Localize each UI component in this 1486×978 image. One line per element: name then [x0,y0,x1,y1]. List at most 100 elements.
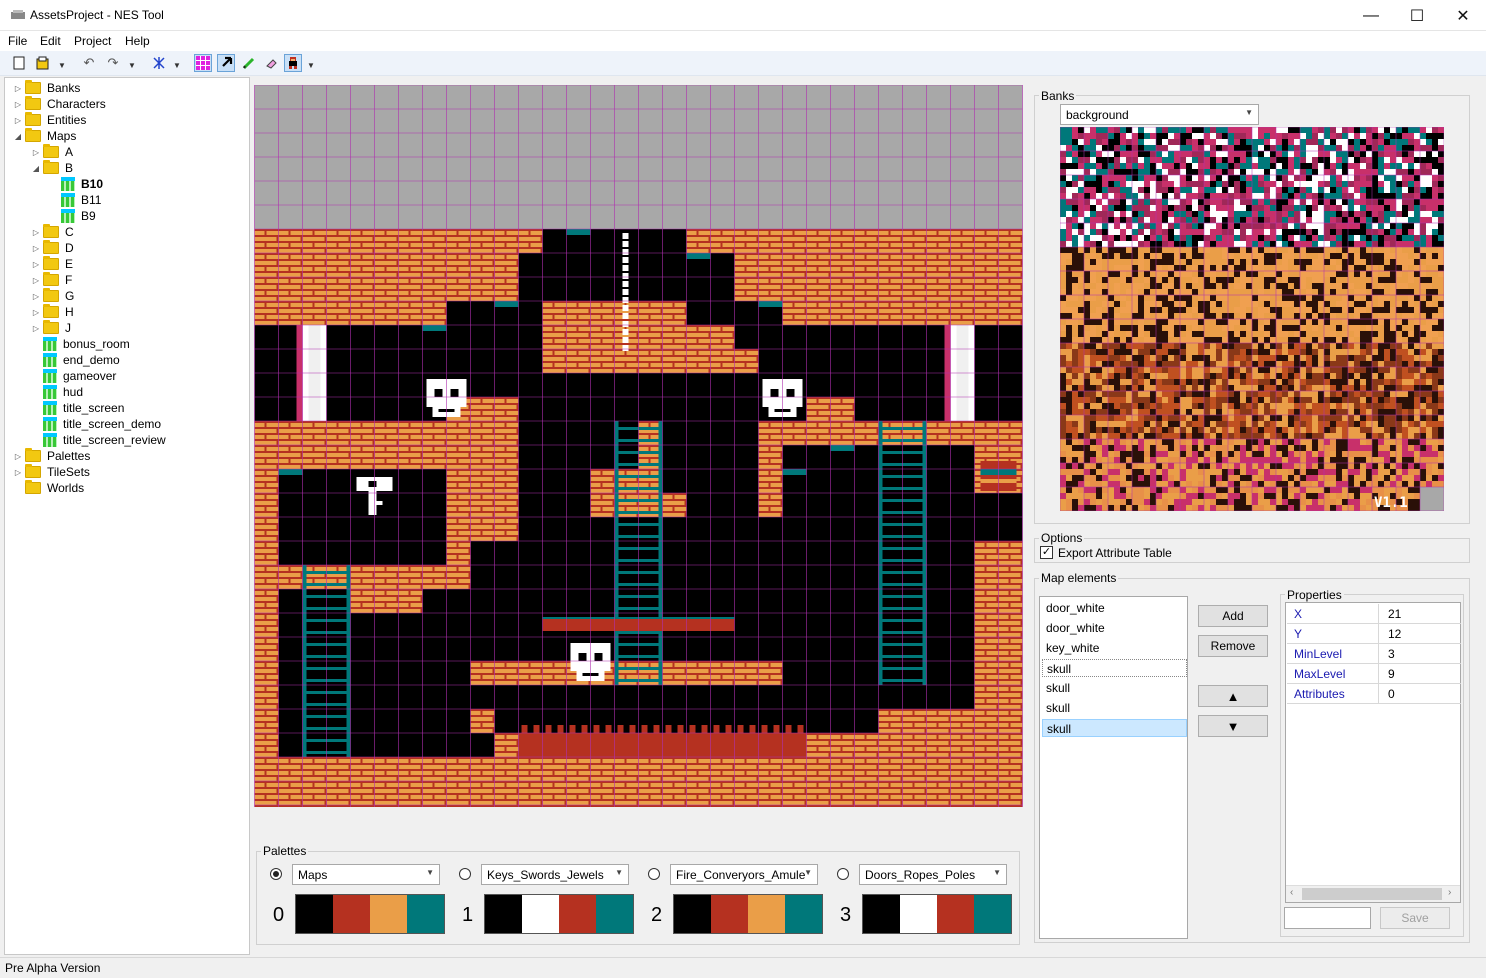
tree-node-maps[interactable]: ◢ Maps [13,128,76,144]
property-row[interactable]: MaxLevel 9 [1287,664,1461,684]
palette-select-1[interactable]: Keys_Swords_Jewels ▼ [481,864,629,885]
chevron-left-icon[interactable]: ‹ [1290,887,1293,898]
select-arrow-icon[interactable] [217,54,235,72]
expand-arrow-icon[interactable]: ▷ [31,276,41,285]
tree-node-title-screen[interactable]: title_screen [31,400,124,416]
palette-color-swatch[interactable] [333,895,370,933]
minimize-button[interactable]: — [1348,0,1394,31]
expand-arrow-icon[interactable]: ▷ [31,260,41,269]
property-value[interactable]: 0 [1380,684,1460,703]
chevron-down-icon[interactable]: ▼ [128,61,136,70]
tree-node-worlds[interactable]: Worlds [13,480,84,496]
tree-node-palettes[interactable]: ▷ Palettes [13,448,90,464]
map-elements-list[interactable]: door_white door_white key_whiteskull skull s… [1039,596,1188,939]
tree-node-tilesets[interactable]: ▷ TileSets [13,464,90,480]
expand-arrow-icon[interactable]: ▷ [31,244,41,253]
tree-node-g[interactable]: ▷ G [31,288,74,304]
palette-radio-1[interactable] [459,868,471,880]
list-item[interactable]: skull [1042,679,1187,697]
eraser-icon[interactable] [262,54,280,72]
map-canvas[interactable] [254,85,1023,807]
tileset-preview[interactable]: V1.1 [1060,127,1444,511]
tree-node-b11[interactable]: B11 [49,192,101,208]
undo-icon[interactable]: ↶ [80,54,98,72]
property-row[interactable]: MinLevel 3 [1287,644,1461,664]
save-button[interactable]: Save [1380,907,1450,929]
menu-edit[interactable]: Edit [40,34,61,48]
property-value[interactable]: 9 [1380,664,1460,683]
property-value[interactable]: 21 [1380,604,1460,623]
expand-arrow-icon[interactable]: ▷ [13,116,23,125]
remove-button[interactable]: Remove [1198,635,1268,657]
pencil-icon[interactable] [240,54,258,72]
property-row[interactable]: X 21 [1287,604,1461,624]
redo-icon[interactable]: ↷ [104,54,122,72]
scrollbar-thumb[interactable] [1302,888,1442,900]
palette-color-swatch[interactable] [937,895,974,933]
expand-arrow-icon[interactable]: ▷ [13,100,23,109]
tree-node-end-demo[interactable]: end_demo [31,352,120,368]
palette-select-0[interactable]: Maps ▼ [292,864,440,885]
properties-grid[interactable]: X 21 Y 12 MinLevel 3 MaxLevel 9 Attributes 0 ‹ › [1285,602,1461,903]
tree-node-f[interactable]: ▷ F [31,272,72,288]
palette-radio-0[interactable] [270,868,282,880]
collapse-arrow-icon[interactable]: ◢ [13,132,23,141]
tree-node-banks[interactable]: ▷ Banks [13,80,80,96]
tree-node-entities[interactable]: ▷ Entities [13,112,86,128]
horizontal-scrollbar[interactable]: ‹ › [1286,885,1460,902]
tree-node-characters[interactable]: ▷ Characters [13,96,106,112]
palette-color-swatch[interactable] [296,895,333,933]
list-item[interactable]: door_white [1042,619,1187,637]
list-item[interactable]: skull [1042,699,1187,717]
expand-arrow-icon[interactable]: ▷ [13,452,23,461]
palette-color-swatch[interactable] [596,895,633,933]
menu-file[interactable]: File [8,34,27,48]
move-up-button[interactable]: ▲ [1198,685,1268,707]
tree-node-title-screen-review[interactable]: title_screen_review [31,432,166,448]
chevron-down-icon[interactable]: ▼ [58,61,66,70]
tree-node-hud[interactable]: hud [31,384,83,400]
chevron-down-icon[interactable]: ▼ [173,61,181,70]
collapse-arrow-icon[interactable]: ◢ [31,164,41,173]
tree-node-j[interactable]: ▷ J [31,320,71,336]
list-item[interactable]: skull [1042,659,1187,677]
palette-color-swatch[interactable] [900,895,937,933]
palette-color-swatch[interactable] [370,895,407,933]
expand-arrow-icon[interactable]: ▷ [13,84,23,93]
palette-radio-3[interactable] [837,868,849,880]
palette-color-swatch[interactable] [559,895,596,933]
maximize-button[interactable]: ☐ [1394,0,1440,31]
close-button[interactable]: ✕ [1440,0,1486,31]
palette-select-3[interactable]: Doors_Ropes_Poles ▼ [859,864,1007,885]
tree-node-b10[interactable]: B10 [49,176,103,192]
list-item[interactable]: skull [1042,719,1187,737]
bank-select[interactable]: background ▼ [1060,104,1259,125]
expand-arrow-icon[interactable]: ▷ [31,308,41,317]
property-value-input[interactable] [1284,907,1371,929]
tree-node-bonus-room[interactable]: bonus_room [31,336,130,352]
list-item[interactable]: door_white [1042,599,1187,617]
tree-node-e[interactable]: ▷ E [31,256,73,272]
grid-toggle-icon[interactable] [150,54,168,72]
expand-arrow-icon[interactable]: ▷ [31,292,41,301]
property-value[interactable]: 12 [1380,624,1460,643]
palette-color-swatch[interactable] [974,895,1011,933]
palette-select-2[interactable]: Fire_Converyors_Amule ▼ [670,864,818,885]
property-row[interactable]: Y 12 [1287,624,1461,644]
tree-node-a[interactable]: ▷ A [31,144,73,160]
palette-color-swatch[interactable] [407,895,444,933]
menu-project[interactable]: Project [74,34,111,48]
palette-color-swatch[interactable] [711,895,748,933]
new-file-icon[interactable] [10,54,28,72]
palette-color-swatch[interactable] [485,895,522,933]
tree-node-h[interactable]: ▷ H [31,304,74,320]
move-down-button[interactable]: ▼ [1198,715,1268,737]
chevron-down-icon[interactable]: ▼ [307,61,315,70]
project-tree[interactable]: ▷ Banks ▷ Characters ▷ Entities ◢ Maps ▷ A ◢ B B10 B1… [4,77,250,955]
tree-node-b[interactable]: ◢ B [31,160,73,176]
menu-help[interactable]: Help [125,34,150,48]
export-attribute-table-checkbox[interactable]: ✓ [1040,546,1053,559]
palette-radio-2[interactable] [648,868,660,880]
list-item[interactable]: key_white [1042,639,1187,657]
chevron-right-icon[interactable]: › [1448,887,1451,898]
